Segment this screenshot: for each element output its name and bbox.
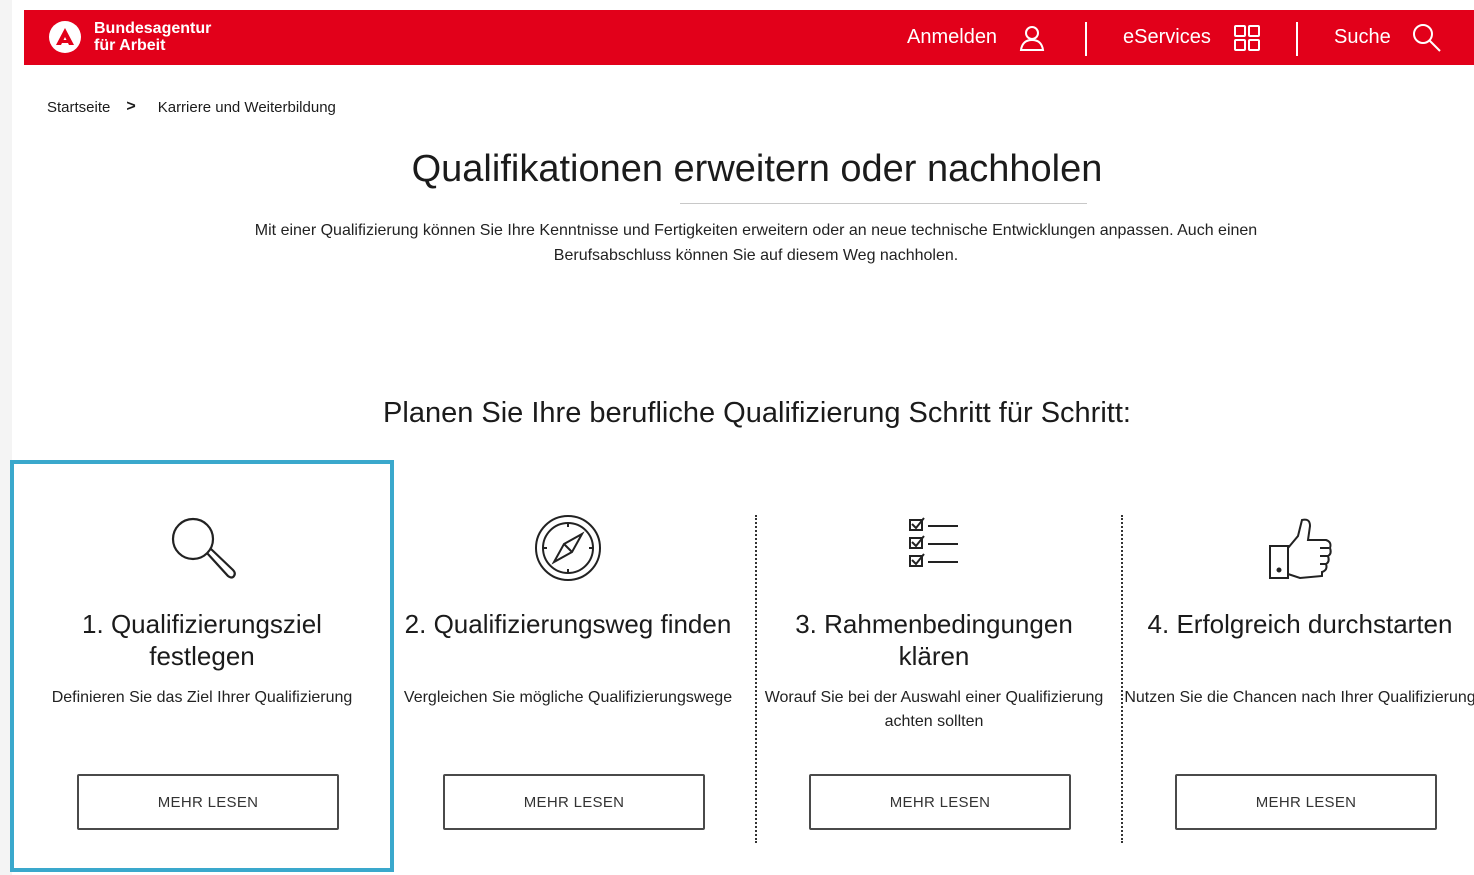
grid-icon (1233, 24, 1260, 51)
step-description: Nutzen Sie die Chancen nach Ihrer Qualif… (1124, 689, 1474, 706)
breadcrumb: Startseite > Karriere und Weiterbildung (47, 98, 336, 116)
search-icon (1412, 23, 1441, 52)
nav-separator (1085, 22, 1087, 56)
magnifier-icon (171, 517, 236, 579)
search-link[interactable]: Suche (1334, 10, 1443, 65)
agency-logo[interactable]: Bundesagentur für Arbeit (48, 20, 211, 54)
agency-name: Bundesagentur für Arbeit (94, 20, 211, 54)
step-card-2[interactable]: 2. Qualifizierungsweg finden Vergleichen… (378, 462, 758, 870)
step-description: Vergleichen Sie mögliche Qualifizierungs… (403, 689, 733, 706)
thumbs-up-icon (1269, 518, 1332, 580)
eservices-link[interactable]: eServices (1123, 10, 1261, 65)
nav-separator (1296, 22, 1298, 56)
agency-name-line2: für Arbeit (94, 37, 166, 54)
step-title: 4. Erfolgreich durchstarten (1147, 609, 1453, 639)
step-title: 2. Qualifizierungsweg finden (404, 609, 732, 639)
user-icon (1019, 25, 1045, 51)
eservices-label: eServices (1123, 26, 1211, 48)
read-more-button[interactable]: MEHR LESEN (77, 774, 339, 830)
read-more-button[interactable]: MEHR LESEN (1175, 774, 1437, 830)
section-title: Planen Sie Ihre berufliche Qualifizierun… (383, 397, 1131, 429)
agency-name-line1: Bundesagentur (94, 20, 212, 37)
read-more-button[interactable]: MEHR LESEN (809, 774, 1071, 830)
page-margin-strip (0, 0, 12, 875)
compass-icon (535, 515, 601, 581)
top-navigation-bar: Bundesagentur für Arbeit Anmelden eServi… (24, 10, 1474, 65)
checklist-icon (909, 517, 958, 567)
breadcrumb-home-link[interactable]: Startseite (47, 99, 110, 116)
breadcrumb-separator: > (126, 98, 136, 115)
step-card-1[interactable]: 1. Qualifizierungsziel festlegen Definie… (10, 460, 394, 872)
step-title: 3. Rahmenbedingungen klären (795, 609, 1073, 671)
step-title: 1. Qualifizierungsziel festlegen (82, 609, 322, 671)
login-link[interactable]: Anmelden (907, 10, 1047, 65)
agency-logo-icon (49, 21, 81, 53)
step-card-4[interactable]: 4. Erfolgreich durchstarten Nutzen Sie d… (1110, 462, 1474, 870)
step-card-3[interactable]: 3. Rahmenbedingungen klären Worauf Sie b… (744, 462, 1124, 870)
search-label: Suche (1334, 26, 1391, 48)
title-divider (680, 203, 1087, 204)
step-description: Worauf Sie bei der Auswahl einer Qualifi… (764, 689, 1104, 730)
login-label: Anmelden (907, 26, 998, 48)
step-description: Definieren Sie das Ziel Ihrer Qualifizie… (51, 689, 353, 706)
read-more-button[interactable]: MEHR LESEN (443, 774, 705, 830)
breadcrumb-current[interactable]: Karriere und Weiterbildung (158, 99, 336, 116)
intro-text: Mit einer Qualifizierung können Sie Ihre… (254, 222, 1258, 264)
page-title: Qualifikationen erweitern oder nachholen (411, 148, 1103, 190)
